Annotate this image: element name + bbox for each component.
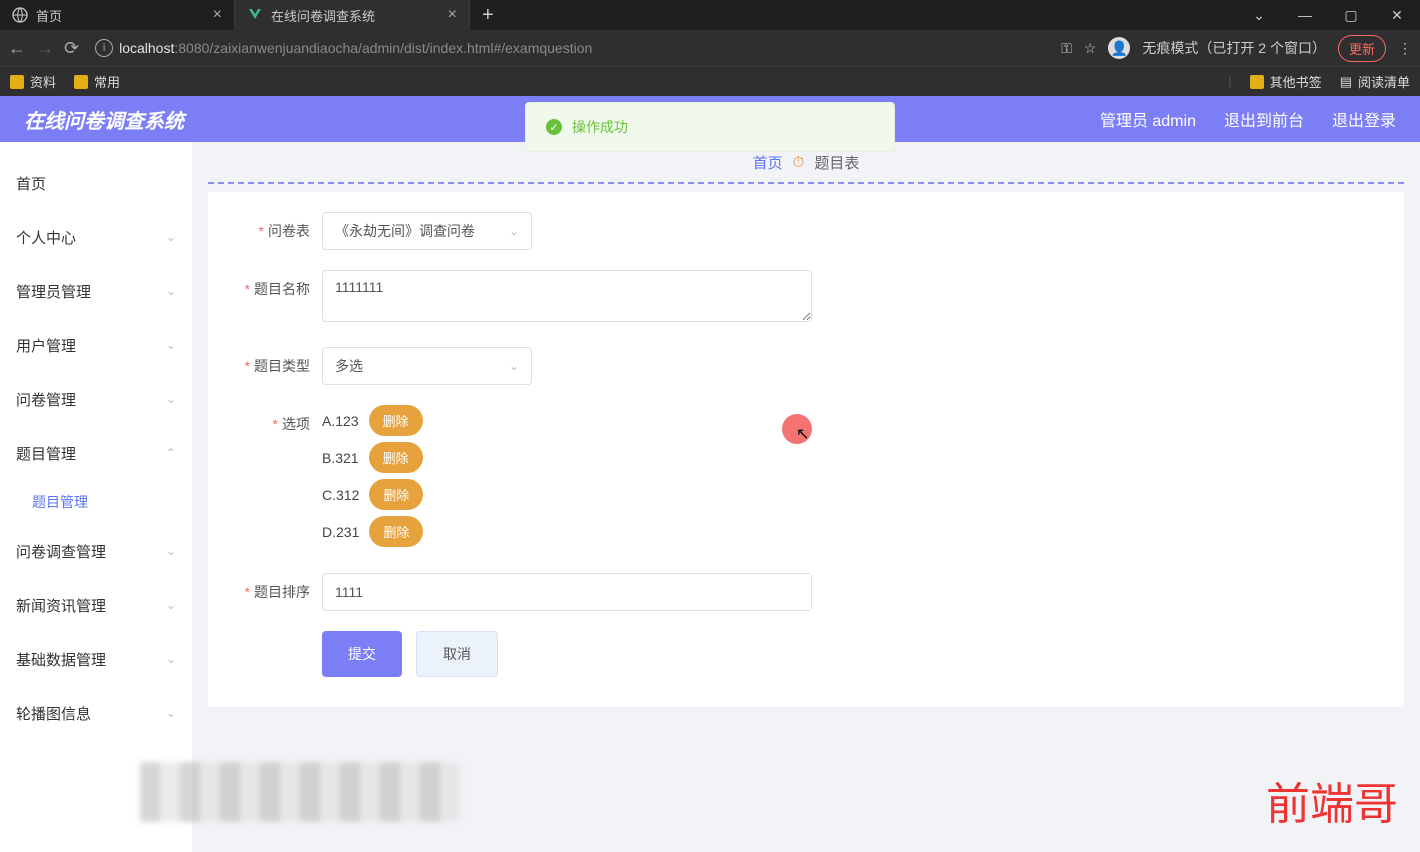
admin-label: 管理员 admin	[1100, 107, 1196, 131]
option-row: C.312删除	[322, 479, 423, 510]
toast-text: 操作成功	[572, 117, 628, 137]
chevron-down-icon[interactable]: ⌄	[1236, 7, 1282, 24]
forward-icon[interactable]: →	[36, 38, 54, 59]
label-type: 题目类型	[254, 358, 310, 374]
chevron-down-icon: ⌄	[166, 230, 176, 244]
chevron-down-icon: ⌄	[166, 652, 176, 666]
menu-icon[interactable]: ⋮	[1398, 40, 1412, 57]
sidebar-item-survey[interactable]: 问卷管理⌄	[0, 372, 192, 426]
order-input[interactable]	[322, 573, 812, 611]
label-name: 题目名称	[254, 281, 310, 297]
info-icon[interactable]: i	[95, 39, 113, 57]
close-window-icon[interactable]: ✕	[1374, 7, 1420, 24]
cancel-button[interactable]: 取消	[416, 631, 498, 677]
sidebar-subitem-question[interactable]: 题目管理	[32, 480, 192, 524]
sidebar-item-carousel[interactable]: 轮播图信息⌄	[0, 686, 192, 740]
question-form: *问卷表 《永劫无间》调查问卷 ⌄ *题目名称 1111111 *题目类型	[208, 192, 1404, 707]
logout-link[interactable]: 退出登录	[1332, 107, 1396, 131]
list-icon: ▤	[1340, 74, 1352, 90]
chevron-up-icon: ⌃	[166, 446, 176, 460]
sidebar-item-question[interactable]: 题目管理⌃	[0, 426, 192, 480]
sidebar-item-admin[interactable]: 管理员管理⌄	[0, 264, 192, 318]
sidebar: 首页 个人中心⌄ 管理员管理⌄ 用户管理⌄ 问卷管理⌄ 题目管理⌃ 题目管理 问…	[0, 142, 192, 852]
chevron-down-icon: ⌄	[166, 284, 176, 298]
chevron-down-icon: ⌄	[166, 338, 176, 352]
survey-select[interactable]: 《永劫无间》调查问卷 ⌄	[322, 212, 532, 250]
tab-title: 在线问卷调查系统	[271, 6, 375, 25]
sidebar-item-profile[interactable]: 个人中心⌄	[0, 210, 192, 264]
maximize-icon[interactable]: ▢	[1328, 7, 1374, 24]
incognito-icon: 👤	[1108, 37, 1130, 59]
watermark: 前端哥	[1266, 768, 1398, 832]
delete-option-button[interactable]: 删除	[369, 442, 423, 473]
close-icon[interactable]: ×	[448, 6, 457, 24]
cursor-icon: ↖	[796, 424, 809, 444]
tab-title: 首页	[36, 6, 62, 25]
chevron-down-icon: ⌄	[509, 224, 519, 238]
blur-overlay	[140, 762, 460, 822]
option-row: A.123删除	[322, 405, 423, 436]
sidebar-item-survey-mgmt[interactable]: 问卷调查管理⌄	[0, 524, 192, 578]
update-button[interactable]: 更新	[1338, 35, 1386, 62]
chevron-down-icon: ⌄	[166, 598, 176, 612]
label-order: 题目排序	[254, 584, 310, 600]
browser-titlebar: 首页 × 在线问卷调查系统 × + ⌄ — ▢ ✕	[0, 0, 1420, 30]
reload-icon[interactable]: ⟳	[64, 38, 79, 59]
chevron-down-icon: ⌄	[509, 359, 519, 373]
sidebar-item-news[interactable]: 新闻资讯管理⌄	[0, 578, 192, 632]
globe-icon	[12, 7, 28, 23]
app-body: 首页 个人中心⌄ 管理员管理⌄ 用户管理⌄ 问卷管理⌄ 题目管理⌃ 题目管理 问…	[0, 142, 1420, 852]
clock-icon: ⏱	[793, 154, 805, 171]
delete-option-button[interactable]: 删除	[369, 479, 423, 510]
minimize-icon[interactable]: —	[1282, 7, 1328, 23]
new-tab-button[interactable]: +	[470, 0, 506, 30]
sidebar-item-basedata[interactable]: 基础数据管理⌄	[0, 632, 192, 686]
address-bar: ← → ⟳ i localhost:8080/zaixianwenjuandia…	[0, 30, 1420, 66]
incognito-text: 无痕模式（已打开 2 个窗口）	[1142, 38, 1326, 58]
url-field[interactable]: i localhost:8080/zaixianwenjuandiaocha/a…	[89, 39, 1051, 57]
bookmark-folder[interactable]: 常用	[74, 72, 120, 91]
browser-tab[interactable]: 首页 ×	[0, 0, 235, 30]
delete-option-button[interactable]: 删除	[369, 516, 423, 547]
other-bookmarks[interactable]: 其他书签	[1250, 72, 1322, 91]
label-options: 选项	[282, 416, 310, 432]
logout-front-link[interactable]: 退出到前台	[1224, 107, 1304, 131]
type-select[interactable]: 多选 ⌄	[322, 347, 532, 385]
bookmarks-bar: 资料 常用 | 其他书签 ▤阅读清单	[0, 66, 1420, 96]
sidebar-item-user[interactable]: 用户管理⌄	[0, 318, 192, 372]
submit-button[interactable]: 提交	[322, 631, 402, 677]
window-controls: ⌄ — ▢ ✕	[1236, 0, 1420, 30]
key-icon[interactable]: ⚿	[1061, 40, 1072, 57]
chevron-down-icon: ⌄	[166, 706, 176, 720]
question-name-input[interactable]: 1111111	[322, 270, 812, 322]
label-survey: 问卷表	[268, 223, 310, 239]
options-list: A.123删除 B.321删除 C.312删除 D.231删除	[322, 405, 423, 553]
breadcrumb-current: 题目表	[814, 152, 859, 173]
option-row: D.231删除	[322, 516, 423, 547]
main-content: 首页 ⏱ 题目表 *问卷表 《永劫无间》调查问卷 ⌄ *题目名称 1111111	[192, 142, 1420, 852]
option-row: B.321删除	[322, 442, 423, 473]
reading-list[interactable]: ▤阅读清单	[1340, 72, 1410, 91]
check-icon: ✓	[546, 119, 562, 135]
sidebar-item-home[interactable]: 首页	[0, 156, 192, 210]
bookmark-folder[interactable]: 资料	[10, 72, 56, 91]
app-title: 在线问卷调查系统	[24, 105, 184, 134]
vue-icon	[247, 7, 263, 23]
chevron-down-icon: ⌄	[166, 544, 176, 558]
back-icon[interactable]: ←	[8, 38, 26, 59]
star-icon[interactable]: ☆	[1084, 40, 1097, 57]
url-text: localhost:8080/zaixianwenjuandiaocha/adm…	[119, 40, 592, 56]
browser-tab-active[interactable]: 在线问卷调查系统 ×	[235, 0, 470, 30]
breadcrumb-home[interactable]: 首页	[753, 152, 783, 173]
close-icon[interactable]: ×	[213, 6, 222, 24]
chevron-down-icon: ⌄	[166, 392, 176, 406]
toast-success: ✓ 操作成功	[525, 102, 895, 152]
delete-option-button[interactable]: 删除	[369, 405, 423, 436]
